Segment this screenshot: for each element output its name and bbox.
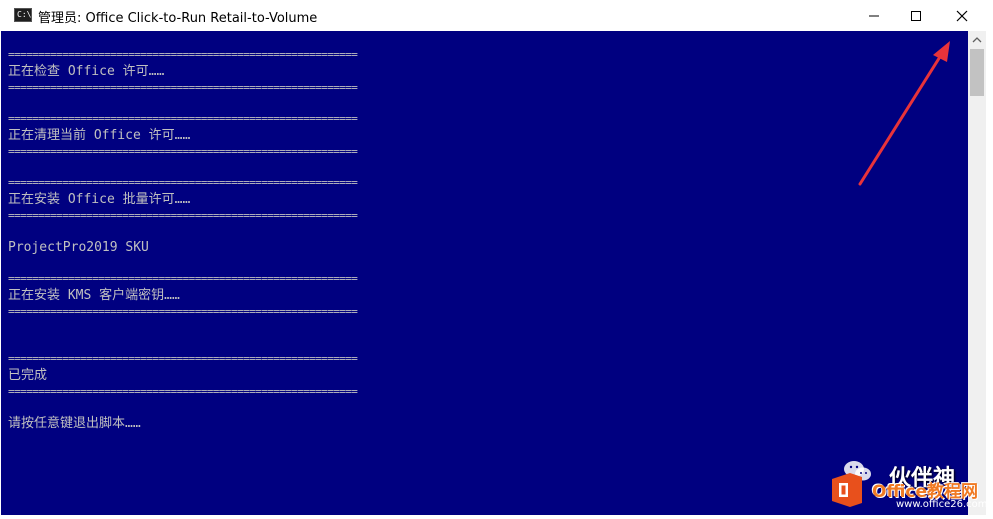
- window-border: [986, 31, 993, 519]
- maximize-button[interactable]: [893, 0, 939, 31]
- console-line: 正在清理当前 Office 许可……: [8, 128, 191, 143]
- console-separator: ========================================…: [8, 209, 358, 222]
- close-button[interactable]: [939, 0, 985, 31]
- maximize-icon: [911, 10, 921, 21]
- console-separator: ========================================…: [8, 385, 358, 398]
- console-output[interactable]: ========================================…: [1, 31, 968, 515]
- watermark-url: www.office26.com: [896, 499, 988, 510]
- office-logo-icon: [832, 473, 862, 507]
- scroll-thumb[interactable]: [970, 49, 984, 96]
- console-line: 正在安装 Office 批量许可……: [8, 192, 191, 207]
- console-line: 请按任意键退出脚本……: [8, 416, 141, 431]
- console-line: ProjectPro2019 SKU: [8, 240, 149, 255]
- console-line: 正在安装 KMS 客户端密钥……: [8, 288, 180, 303]
- close-icon: [956, 10, 968, 21]
- console-app-icon[interactable]: C:\: [14, 8, 32, 22]
- chevron-up-icon: [972, 37, 982, 43]
- console-window: C:\ 管理员: Office Click-to-Run Retail-to-V…: [0, 0, 993, 519]
- console-separator: ========================================…: [8, 352, 358, 365]
- console-separator: ========================================…: [8, 81, 358, 94]
- minimize-icon: [869, 15, 879, 16]
- window-border: [0, 515, 993, 519]
- console-line: 已完成: [8, 368, 48, 383]
- title-bar[interactable]: C:\ 管理员: Office Click-to-Run Retail-to-V…: [0, 0, 993, 31]
- console-separator: ========================================…: [8, 145, 358, 158]
- vertical-scrollbar[interactable]: [968, 31, 986, 515]
- minimize-button[interactable]: [851, 0, 897, 31]
- console-separator: ========================================…: [8, 48, 358, 61]
- scroll-up-button[interactable]: [968, 31, 986, 48]
- console-separator: ========================================…: [8, 112, 358, 125]
- console-line: 正在检查 Office 许可……: [8, 64, 165, 79]
- console-separator: ========================================…: [8, 272, 358, 285]
- console-separator: ========================================…: [8, 305, 358, 318]
- console-icon-label: C:\: [17, 10, 32, 19]
- window-title: 管理员: Office Click-to-Run Retail-to-Volum…: [38, 11, 318, 26]
- console-separator: ========================================…: [8, 176, 358, 189]
